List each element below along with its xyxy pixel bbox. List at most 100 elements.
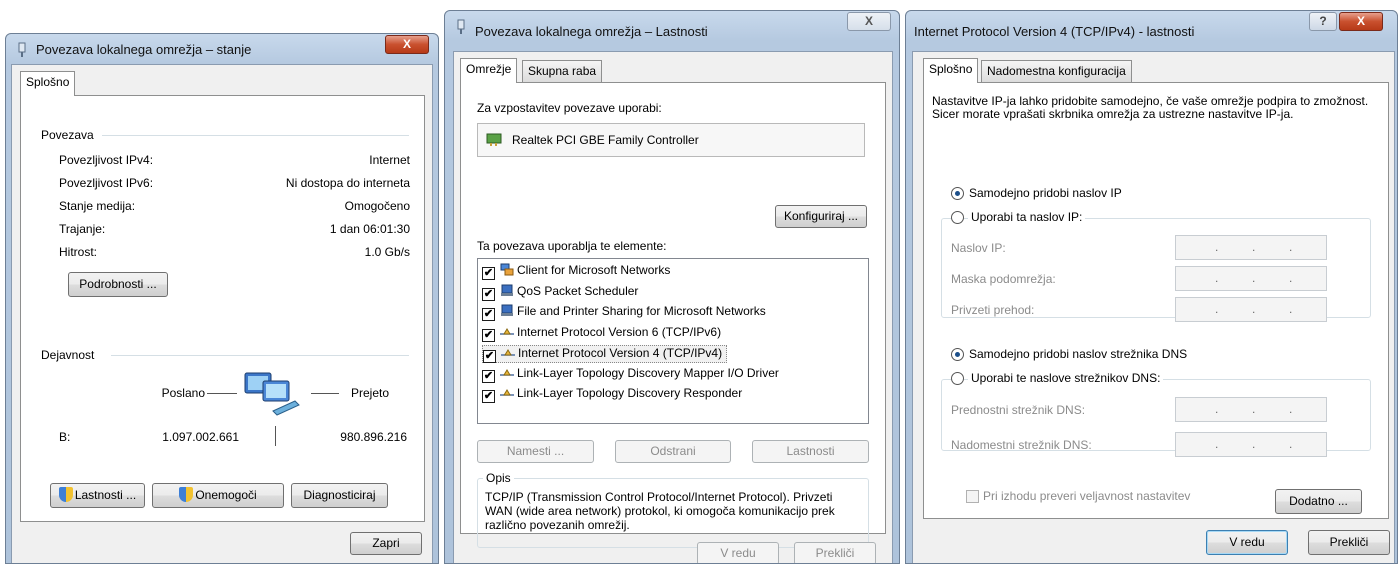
component-item[interactable]: ✔ Internet Protocol Version 4 (TCP/IPv4): [482, 345, 728, 363]
bytes-received: 980.896.216: [340, 430, 407, 444]
ipv4-dialog: Internet Protocol Version 4 (TCP/IPv4) -…: [905, 10, 1398, 564]
component-item[interactable]: ✔ Link-Layer Topology Discovery Responder: [482, 386, 742, 404]
service-icon: [500, 304, 517, 318]
properties-titlebar[interactable]: Povezava lokalnega omrežja – Lastnosti X: [445, 11, 899, 41]
bytes-separator: [275, 426, 276, 446]
connect-using-label: Za vzpostavitev povezave uporabi:: [477, 101, 662, 115]
disable-label: Onemogoči: [195, 488, 257, 502]
items-label: Ta povezava uporablja te elemente:: [477, 239, 667, 253]
auto-dns-label[interactable]: Samodejno pridobi naslov strežnika DNS: [969, 347, 1187, 361]
validate-label: Pri izhodu preveri veljavnost nastavitev: [983, 489, 1191, 503]
gateway-field[interactable]: ...: [1175, 297, 1327, 322]
ipv4-client: Splošno Nadomestna konfiguracija Nastavi…: [912, 51, 1395, 563]
configure-button[interactable]: Konfiguriraj ...: [775, 205, 867, 228]
properties-ok-button[interactable]: V redu: [697, 542, 779, 563]
properties-cancel-button[interactable]: Prekliči: [794, 542, 876, 563]
status-properties-label: Lastnosti ...: [74, 488, 137, 502]
component-label: Internet Protocol Version 6 (TCP/IPv6): [517, 324, 722, 339]
component-item[interactable]: ✔ File and Printer Sharing for Microsoft …: [482, 304, 766, 322]
sent-line: [207, 393, 237, 394]
auto-dns-radio[interactable]: [951, 348, 964, 361]
alternate-dns-field[interactable]: ...: [1175, 432, 1327, 457]
component-checkbox[interactable]: ✔: [482, 267, 495, 280]
properties-title: Povezava lokalnega omrežja – Lastnosti: [475, 24, 708, 39]
component-label: Internet Protocol Version 4 (TCP/IPv4): [518, 346, 723, 360]
component-label: Client for Microsoft Networks: [517, 263, 671, 277]
components-list[interactable]: ✔ Client for Microsoft Networks ✔ QoS Packe…: [477, 258, 869, 424]
advanced-button[interactable]: Dodatno ...: [1275, 489, 1362, 514]
install-button[interactable]: Namesti ...: [477, 440, 594, 463]
description-text: TCP/IP (Transmission Control Protocol/In…: [485, 490, 835, 532]
tab-network[interactable]: Omrežje: [460, 58, 518, 83]
subnet-field[interactable]: ...: [1175, 266, 1327, 291]
component-label: QoS Packet Scheduler: [517, 283, 639, 298]
details-button[interactable]: Podrobnosti ...: [68, 272, 168, 297]
uninstall-button[interactable]: Odstrani: [615, 440, 731, 463]
diagnose-button[interactable]: Diagnosticiraj: [291, 483, 388, 508]
gateway-label: Privzeti prehod:: [951, 303, 1035, 317]
status-title: Povezava lokalnega omrežja – stanje: [36, 42, 252, 57]
component-checkbox[interactable]: ✔: [483, 350, 496, 363]
received-label: Prejeto: [351, 386, 390, 400]
ip-address-label: Naslov IP:: [951, 241, 1006, 255]
component-checkbox[interactable]: ✔: [482, 308, 495, 321]
status-row-label: Trajanje:: [59, 222, 106, 236]
status-row-value: Ni dostopa do interneta: [285, 176, 410, 190]
tab-general[interactable]: Splošno: [923, 58, 979, 83]
status-row-value: Omogočeno: [344, 199, 410, 213]
manual-dns-radio[interactable]: [951, 372, 964, 385]
received-line: [311, 393, 339, 394]
ipv4-close-button[interactable]: X: [1339, 12, 1383, 31]
bytes-label: B:: [59, 430, 71, 444]
component-properties-button[interactable]: Lastnosti: [752, 440, 869, 463]
component-item[interactable]: ✔ Client for Microsoft Networks: [482, 263, 670, 281]
protocol-icon: [500, 366, 517, 380]
network-connection-icon: [18, 42, 26, 57]
properties-panel: Za vzpostavitev povezave uporabi: Realte…: [460, 82, 886, 548]
help-button[interactable]: ?: [1309, 12, 1337, 31]
network-client-icon: [500, 263, 517, 277]
status-dialog: Povezava lokalnega omrežja – stanje X Sp…: [5, 33, 439, 564]
network-activity-icon: [244, 372, 300, 416]
component-item[interactable]: ✔ Internet Protocol Version 6 (TCP/IPv6): [482, 325, 721, 343]
status-row-label: Hitrost:: [59, 245, 98, 259]
component-checkbox[interactable]: ✔: [482, 369, 495, 383]
manual-ip-radio[interactable]: [951, 211, 964, 224]
status-close-button[interactable]: X: [385, 35, 429, 54]
properties-client: Omrežje Skupna raba Za vzpostavitev pove…: [453, 51, 893, 563]
protocol-icon: [500, 386, 517, 400]
activity-header: Dejavnost: [41, 348, 95, 362]
ipv4-ok-button[interactable]: V redu: [1206, 530, 1288, 555]
protocol-icon: [501, 346, 518, 360]
tab-sharing[interactable]: Skupna raba: [522, 60, 603, 82]
ipv4-title: Internet Protocol Version 4 (TCP/IPv4) -…: [914, 24, 1195, 39]
component-checkbox[interactable]: ✔: [482, 287, 495, 301]
ipv4-cancel-button[interactable]: Prekliči: [1308, 530, 1390, 555]
component-label: File and Printer Sharing for Microsoft N…: [517, 304, 766, 318]
status-row-label: Povezljivost IPv4:: [59, 153, 154, 167]
component-label: Link-Layer Topology Discovery Mapper I/O…: [517, 365, 779, 380]
tab-general[interactable]: Splošno: [20, 71, 76, 96]
properties-close-button[interactable]: X: [847, 12, 891, 31]
validate-checkbox[interactable]: [966, 490, 979, 503]
status-properties-button[interactable]: Lastnosti ...: [50, 483, 145, 508]
component-checkbox[interactable]: ✔: [482, 390, 495, 403]
manual-dns-label[interactable]: Uporabi te naslove strežnikov DNS:: [968, 371, 1164, 385]
manual-ip-label[interactable]: Uporabi ta naslov IP:: [968, 210, 1086, 224]
connection-header: Povezava: [41, 128, 94, 142]
ipv4-intro: Nastavitve IP-ja lahko pridobite samodej…: [932, 94, 1369, 121]
disable-button[interactable]: Onemogoči: [152, 483, 284, 508]
ipv4-titlebar[interactable]: Internet Protocol Version 4 (TCP/IPv4) -…: [906, 11, 1397, 41]
status-close-action-button[interactable]: Zapri: [350, 532, 422, 555]
subnet-label: Maska podomrežja:: [951, 272, 1056, 286]
auto-ip-label[interactable]: Samodejno pridobi naslov IP: [969, 186, 1122, 200]
tab-alternate-config[interactable]: Nadomestna konfiguracija: [981, 60, 1132, 82]
status-row-value: 1 dan 06:01:30: [329, 222, 410, 236]
ip-address-field[interactable]: ...: [1175, 235, 1327, 260]
status-titlebar[interactable]: Povezava lokalnega omrežja – stanje X: [6, 34, 438, 64]
component-checkbox[interactable]: ✔: [482, 328, 495, 342]
auto-ip-radio[interactable]: [951, 187, 964, 200]
preferred-dns-field[interactable]: ...: [1175, 397, 1327, 422]
component-item[interactable]: ✔ QoS Packet Scheduler: [482, 284, 638, 302]
component-item[interactable]: ✔ Link-Layer Topology Discovery Mapper I/…: [482, 366, 779, 384]
